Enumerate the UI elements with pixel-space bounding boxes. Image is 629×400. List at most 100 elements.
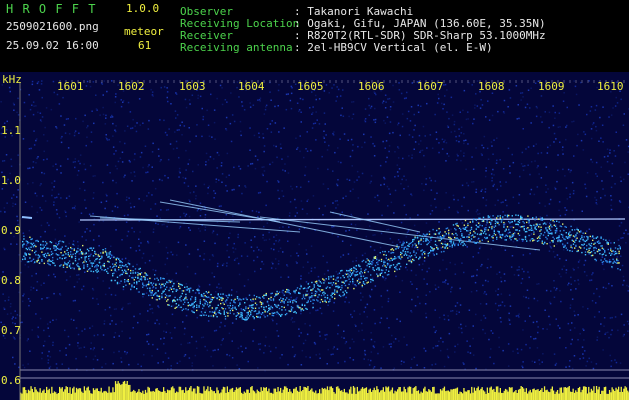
drift-signal-dot bbox=[421, 235, 423, 237]
noise-dot bbox=[221, 264, 224, 267]
strength-bar bbox=[96, 388, 98, 400]
noise-dot bbox=[398, 340, 400, 342]
noise-dot bbox=[445, 142, 448, 144]
drift-signal-dot bbox=[574, 247, 576, 249]
drift-signal-dot bbox=[605, 254, 607, 257]
drift-signal-dot bbox=[556, 237, 558, 239]
noise-dot bbox=[455, 135, 457, 138]
drift-signal-dot bbox=[42, 244, 44, 246]
drift-signal-dot bbox=[564, 225, 566, 228]
noise-dot bbox=[77, 241, 79, 243]
drift-signal-dot bbox=[307, 300, 309, 302]
noise-dot bbox=[476, 209, 479, 211]
noise-dot bbox=[233, 188, 235, 191]
drift-signal-dot bbox=[586, 239, 588, 242]
noise-dot bbox=[533, 297, 536, 300]
strength-bar bbox=[170, 387, 173, 400]
drift-signal-dot bbox=[462, 241, 464, 243]
drift-signal-dot bbox=[552, 241, 554, 243]
noise-dot bbox=[173, 284, 175, 286]
drift-signal-dot bbox=[238, 305, 240, 307]
drift-signal-dot bbox=[128, 283, 131, 285]
drift-signal-dot bbox=[112, 263, 114, 265]
drift-signal-dot bbox=[276, 311, 278, 313]
noise-dot bbox=[82, 120, 84, 123]
drift-signal-dot bbox=[300, 310, 302, 312]
noise-dot bbox=[47, 359, 50, 361]
noise-dot bbox=[265, 239, 267, 241]
noise-dot bbox=[213, 121, 216, 124]
noise-dot bbox=[120, 99, 122, 101]
drift-signal-dot bbox=[103, 264, 105, 267]
drift-signal-dot bbox=[550, 229, 552, 232]
noise-dot bbox=[182, 321, 184, 323]
noise-dot bbox=[86, 80, 89, 83]
drift-signal-dot bbox=[151, 289, 153, 292]
drift-signal-dot bbox=[588, 249, 590, 252]
drift-signal-dot bbox=[157, 290, 159, 292]
noise-dot bbox=[509, 226, 512, 228]
drift-signal-dot bbox=[307, 287, 309, 289]
drift-signal-dot bbox=[470, 228, 473, 230]
noise-dot bbox=[77, 245, 79, 247]
drift-signal-dot bbox=[41, 259, 43, 261]
noise-dot bbox=[374, 285, 377, 287]
drift-signal-dot bbox=[187, 288, 189, 290]
noise-dot bbox=[348, 301, 350, 304]
strength-bar bbox=[109, 392, 111, 400]
noise-dot bbox=[237, 233, 239, 236]
noise-dot bbox=[48, 367, 51, 369]
drift-signal-dot bbox=[396, 244, 398, 246]
drift-signal-dot bbox=[536, 237, 539, 239]
noise-dot bbox=[532, 321, 535, 324]
drift-signal-dot bbox=[506, 214, 509, 216]
noise-dot bbox=[164, 352, 167, 354]
noise-dot bbox=[385, 161, 387, 163]
drift-signal-dot bbox=[223, 310, 225, 312]
strength-bar bbox=[47, 390, 49, 400]
noise-dot bbox=[105, 200, 108, 202]
drift-signal-dot bbox=[589, 244, 591, 247]
strength-bar bbox=[281, 392, 283, 400]
noise-dot bbox=[538, 363, 541, 365]
noise-dot bbox=[559, 214, 562, 217]
noise-dot bbox=[580, 81, 582, 84]
noise-dot bbox=[509, 305, 512, 307]
drift-signal-dot bbox=[47, 247, 49, 250]
drift-signal-dot bbox=[586, 248, 588, 251]
noise-dot bbox=[175, 272, 177, 275]
strength-bar bbox=[324, 388, 326, 400]
noise-dot bbox=[532, 145, 535, 147]
noise-dot bbox=[277, 240, 280, 243]
noise-dot bbox=[73, 207, 76, 209]
noise-dot bbox=[12, 316, 14, 318]
drift-signal-dot bbox=[384, 271, 386, 274]
noise-dot bbox=[457, 155, 459, 157]
noise-dot bbox=[102, 113, 105, 116]
noise-dot bbox=[577, 266, 579, 269]
noise-dot bbox=[207, 159, 210, 161]
noise-dot bbox=[142, 252, 145, 255]
noise-dot bbox=[411, 194, 413, 197]
noise-dot bbox=[363, 133, 365, 136]
noise-dot bbox=[46, 297, 48, 299]
drift-signal-dot bbox=[361, 285, 363, 288]
drift-signal-dot bbox=[421, 254, 423, 256]
drift-signal-dot bbox=[388, 273, 390, 276]
drift-signal-dot bbox=[84, 253, 86, 255]
strength-bar bbox=[224, 387, 226, 400]
noise-dot bbox=[91, 110, 93, 112]
noise-dot bbox=[210, 355, 212, 358]
drift-signal-dot bbox=[46, 247, 48, 249]
drift-signal-dot bbox=[335, 285, 337, 288]
drift-signal-dot bbox=[52, 259, 54, 262]
noise-dot bbox=[209, 258, 211, 261]
drift-signal-dot bbox=[182, 303, 185, 305]
noise-dot bbox=[158, 306, 160, 309]
noise-dot bbox=[115, 125, 117, 127]
noise-dot bbox=[590, 128, 593, 130]
noise-dot bbox=[417, 104, 419, 107]
drift-signal-dot bbox=[535, 223, 537, 225]
noise-dot bbox=[332, 170, 334, 172]
noise-dot bbox=[277, 180, 279, 182]
